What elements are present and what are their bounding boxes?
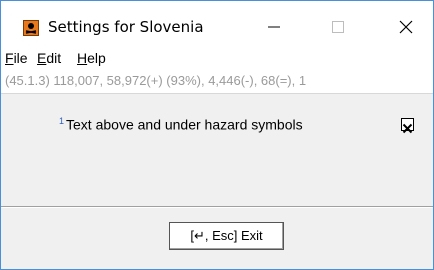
close-icon [399,20,413,34]
menu-edit-mnemonic: E [37,50,47,66]
settings-window: Settings for Slovenia File Edit Help (45… [0,0,434,270]
hazard-text-checkbox[interactable] [401,118,414,134]
close-button[interactable] [383,9,429,45]
settings-content: 1 Text above and under hazard symbols [1,94,433,204]
maximize-button[interactable] [315,9,361,45]
maximize-icon [332,21,344,33]
menu-edit[interactable]: Edit [37,50,61,66]
menu-file-mnemonic: F [5,50,14,66]
footnote-marker: 1 [59,116,65,126]
menu-help-label: elp [87,50,106,66]
hazard-icon [23,20,39,36]
menu-help[interactable]: Help [77,50,106,66]
menu-help-mnemonic: H [77,50,88,66]
hazard-text-option-label: 1 Text above and under hazard symbols [59,116,303,133]
window-title: Settings for Slovenia [48,18,204,36]
title-bar[interactable]: Settings for Slovenia [1,1,433,47]
exit-button[interactable]: [↵, Esc] Exit [169,222,284,250]
footer: [↵, Esc] Exit [1,208,433,269]
menu-edit-label: dit [46,50,62,66]
menu-file[interactable]: File [5,50,28,66]
hazard-text-option-text: Text above and under hazard symbols [66,116,303,133]
minimize-button[interactable] [251,9,297,45]
checkmark-icon [402,123,413,134]
status-line: (45.1.3) 118,007, 58,972(+) (93%), 4,446… [1,69,433,94]
status-text: (45.1.3) 118,007, 58,972(+) (93%), 4,446… [5,73,307,88]
menu-bar: File Edit Help [1,47,433,69]
minimize-icon [268,26,280,28]
menu-file-label: ile [13,50,28,66]
